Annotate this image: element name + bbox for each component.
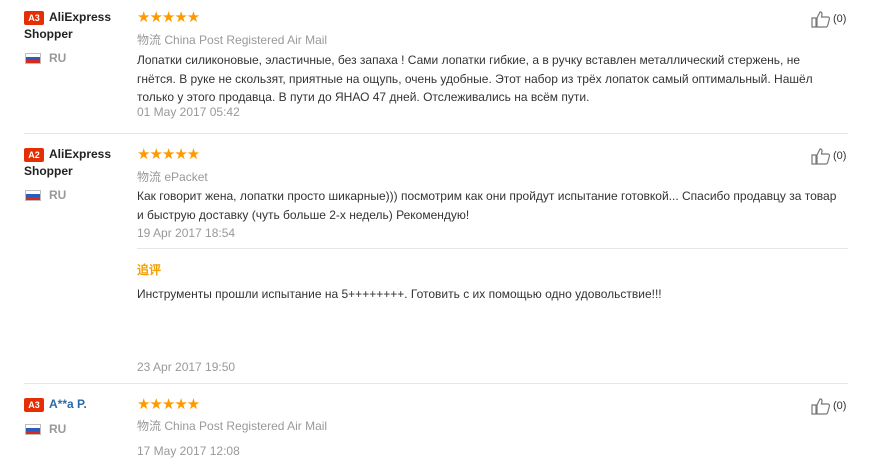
review-divider: [24, 133, 848, 134]
like-count: (0): [833, 400, 847, 412]
shipping-label: 物流: [137, 419, 162, 433]
buyer-name: AliExpress: [49, 10, 112, 24]
buyer-name-line2: Shopper: [24, 164, 73, 178]
shipping-label: 物流: [137, 33, 162, 47]
shipping-value: China Post Registered Air Mail: [164, 33, 328, 47]
shipping-label: 物流: [137, 170, 162, 184]
thumbs-up-icon: [811, 398, 831, 415]
like-button[interactable]: (0): [811, 10, 846, 28]
review-divider: [24, 383, 848, 384]
like-count: (0): [833, 13, 847, 25]
like-button[interactable]: (0): [811, 147, 846, 165]
buyer-level-badge: A2: [24, 148, 44, 162]
buyer-country: RU: [49, 422, 67, 436]
buyer-name: AliExpress: [49, 147, 112, 161]
review-date: 17 May 2017 12:08: [137, 444, 240, 458]
shipping-value: China Post Registered Air Mail: [164, 419, 328, 433]
review-text: Как говорит жена, лопатки просто шикарны…: [137, 189, 837, 222]
review-date: 19 Apr 2017 18:54: [137, 226, 236, 240]
like-count: (0): [833, 150, 847, 162]
additional-review-label: 追评: [137, 263, 162, 277]
shipping-value: ePacket: [164, 170, 208, 184]
additional-review-date: 23 Apr 2017 19:50: [137, 360, 236, 374]
star-rating: ★★★★★: [137, 396, 200, 413]
like-button[interactable]: (0): [811, 397, 846, 415]
buyer-name-line2: Shopper: [24, 27, 73, 41]
review-date: 01 May 2017 05:42: [137, 105, 240, 119]
russia-flag-icon: [25, 53, 41, 64]
buyer-country: RU: [49, 51, 67, 65]
thumbs-up-icon: [811, 148, 831, 165]
buyer-level-badge: A3: [24, 398, 44, 412]
shipping-method: 物流 ePacket: [137, 168, 208, 185]
russia-flag-icon: [25, 190, 41, 201]
shipping-method: 物流 China Post Registered Air Mail: [137, 417, 327, 434]
russia-flag-icon: [25, 424, 41, 435]
thumbs-up-icon: [811, 11, 831, 28]
shipping-method: 物流 China Post Registered Air Mail: [137, 31, 327, 48]
buyer-name[interactable]: A**a P.: [49, 397, 87, 411]
star-rating: ★★★★★: [137, 9, 200, 26]
star-rating: ★★★★★: [137, 146, 200, 163]
review-text: Лопатки силиконовые, эластичные, без зап…: [137, 53, 813, 104]
additional-review-divider: [137, 248, 848, 249]
buyer-country: RU: [49, 188, 67, 202]
additional-review-text: Инструменты прошли испытание на 5+++++++…: [137, 287, 662, 301]
buyer-level-badge: A3: [24, 11, 44, 25]
